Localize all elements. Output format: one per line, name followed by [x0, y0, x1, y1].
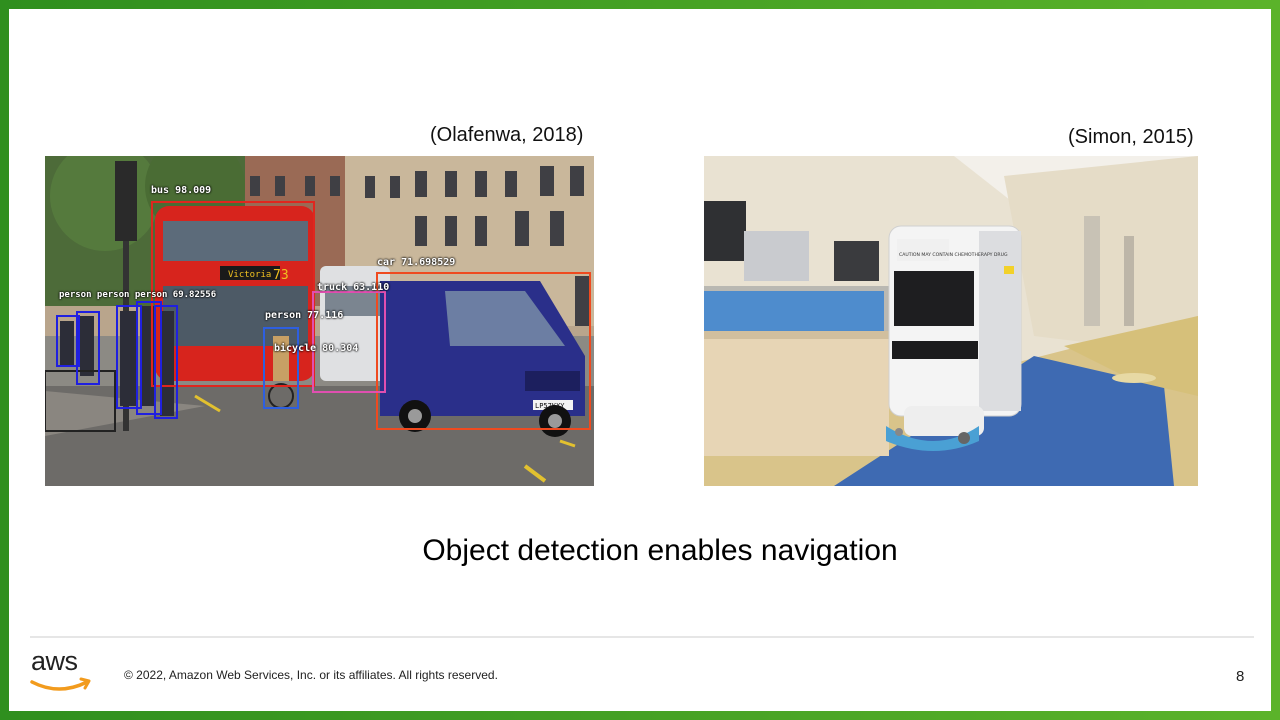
copyright-notice: © 2022, Amazon Web Services, Inc. or its…: [124, 668, 498, 682]
hospital-robot-photo: CAUTION MAY CONTAIN CHEMOTHERAPY DRUG: [704, 156, 1198, 486]
footer-divider: [30, 636, 1254, 638]
car-detection-label: car 71.698529: [377, 257, 456, 268]
bus-route-number: 73: [273, 268, 289, 283]
page-number: 8: [1236, 668, 1245, 685]
bus-detection-label: bus 98.009: [151, 185, 212, 196]
object-detection-street-photo: Victoria 73 LP57KXY: [45, 156, 594, 486]
right-image-caption: (Simon, 2015): [1068, 126, 1194, 148]
bicycle-detection-label: bicycle 80.304: [274, 343, 359, 354]
bus-destination-sign: Victoria: [228, 270, 271, 280]
aws-logo: aws: [29, 646, 93, 694]
persons-detection-label: person person person 69.82556: [59, 290, 217, 300]
robot-warning-label: CAUTION MAY CONTAIN CHEMOTHERAPY DRUG: [899, 252, 1008, 258]
slide-body-text: Object detection enables navigation: [422, 534, 898, 567]
person-detection-label: person 77.116: [265, 310, 344, 321]
truck-detection-label: truck 63.110: [317, 282, 390, 293]
left-image-caption: (Olafenwa, 2018): [430, 124, 584, 146]
